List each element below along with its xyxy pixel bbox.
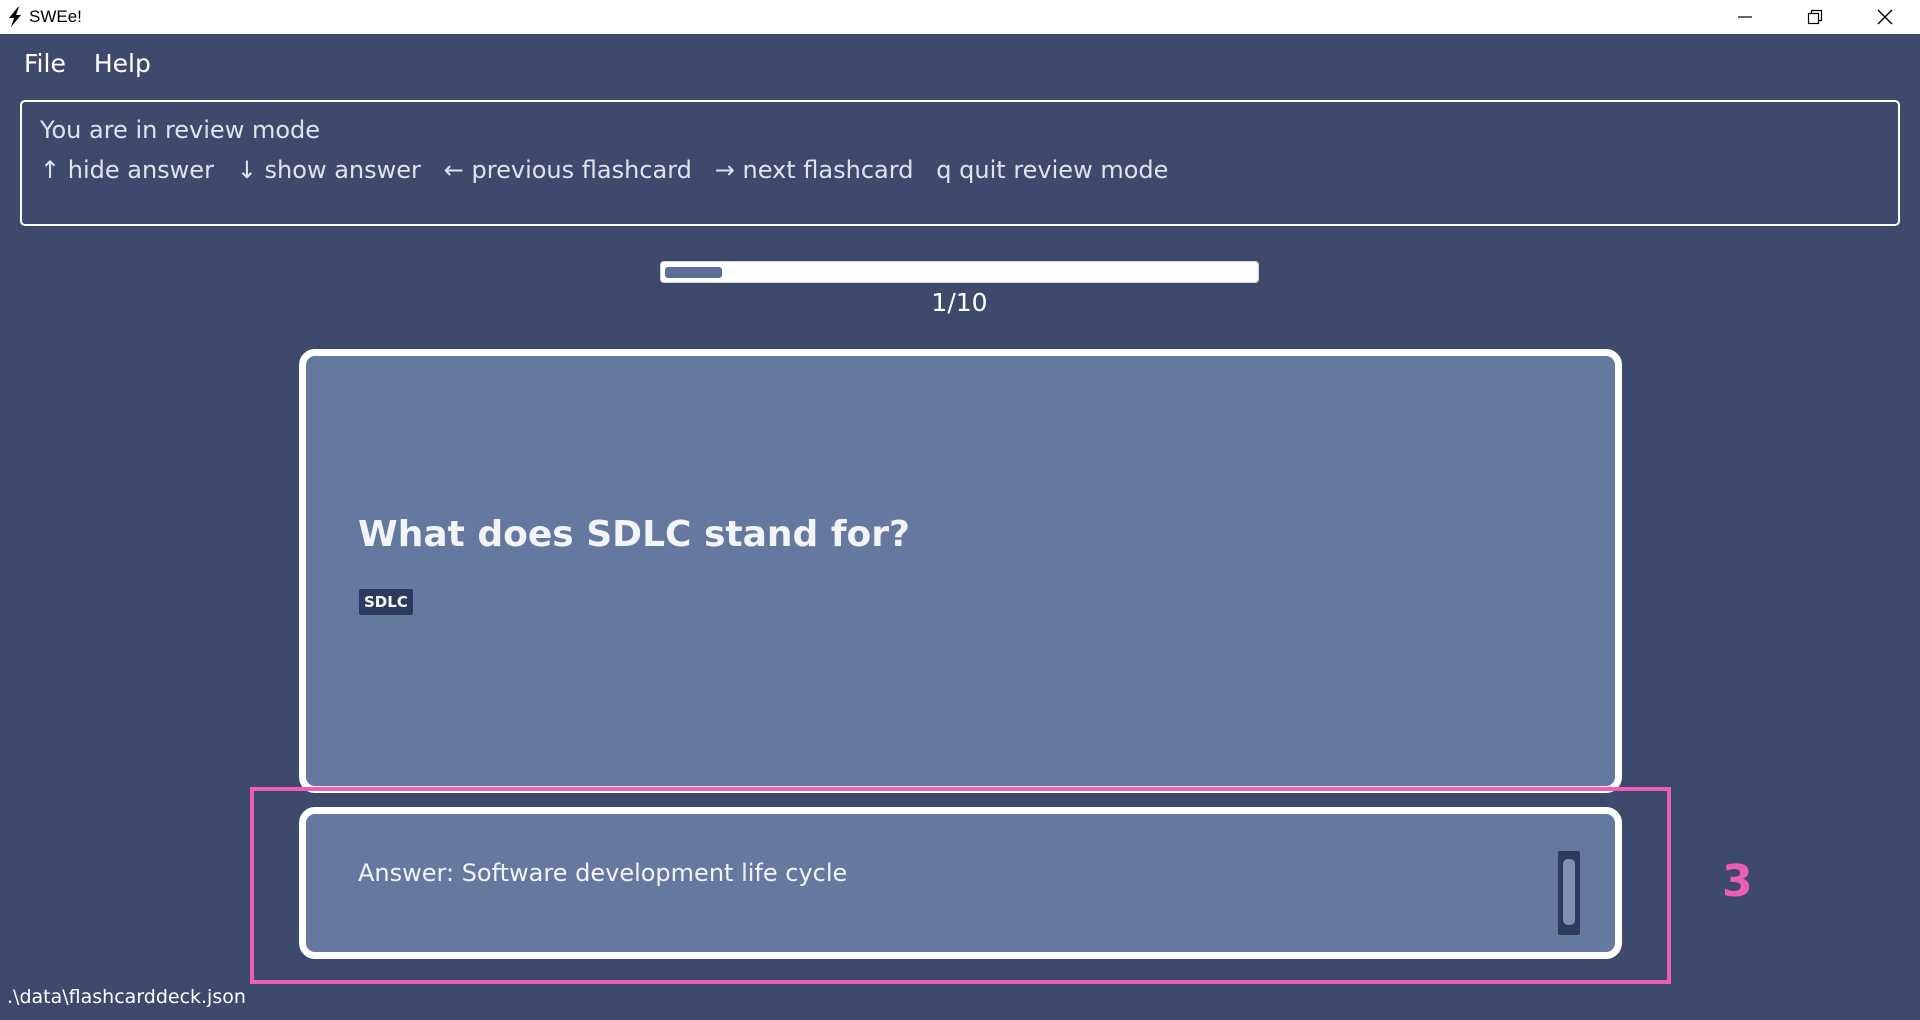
progress-label: 1/10 — [931, 288, 988, 317]
title-bar: SWEe! — [0, 0, 1920, 34]
progress-bar — [660, 261, 1259, 283]
restore-button[interactable] — [1780, 0, 1850, 34]
menu-file[interactable]: File — [24, 49, 66, 78]
tag-badge: SDLC — [359, 589, 413, 615]
close-button[interactable] — [1850, 0, 1920, 34]
minimize-icon — [1738, 16, 1752, 18]
flashcard-question: What does SDLC stand for? — [358, 514, 910, 555]
status-bar-file-path: .\data\flashcarddeck.json — [7, 986, 246, 1008]
annotation-callout-number: 3 — [1722, 856, 1753, 907]
lightning-icon — [9, 7, 21, 27]
restore-icon — [1807, 9, 1823, 25]
close-icon — [1877, 9, 1893, 25]
review-mode-instructions: ↑ hide answer ↓ show answer ← previous f… — [40, 156, 1169, 184]
menu-help[interactable]: Help — [94, 49, 151, 78]
review-mode-message: You are in review mode — [40, 116, 321, 144]
minimize-button[interactable] — [1710, 0, 1780, 34]
result-display: You are in review mode ↑ hide answer ↓ s… — [20, 100, 1900, 226]
progress-fill — [665, 267, 722, 278]
window-title: SWEe! — [29, 7, 82, 26]
flashcard-question-card: What does SDLC stand for? SDLC — [299, 349, 1622, 793]
annotation-highlight-box — [250, 787, 1671, 984]
window-controls — [1710, 0, 1920, 34]
menu-bar: File Help — [0, 34, 1920, 92]
